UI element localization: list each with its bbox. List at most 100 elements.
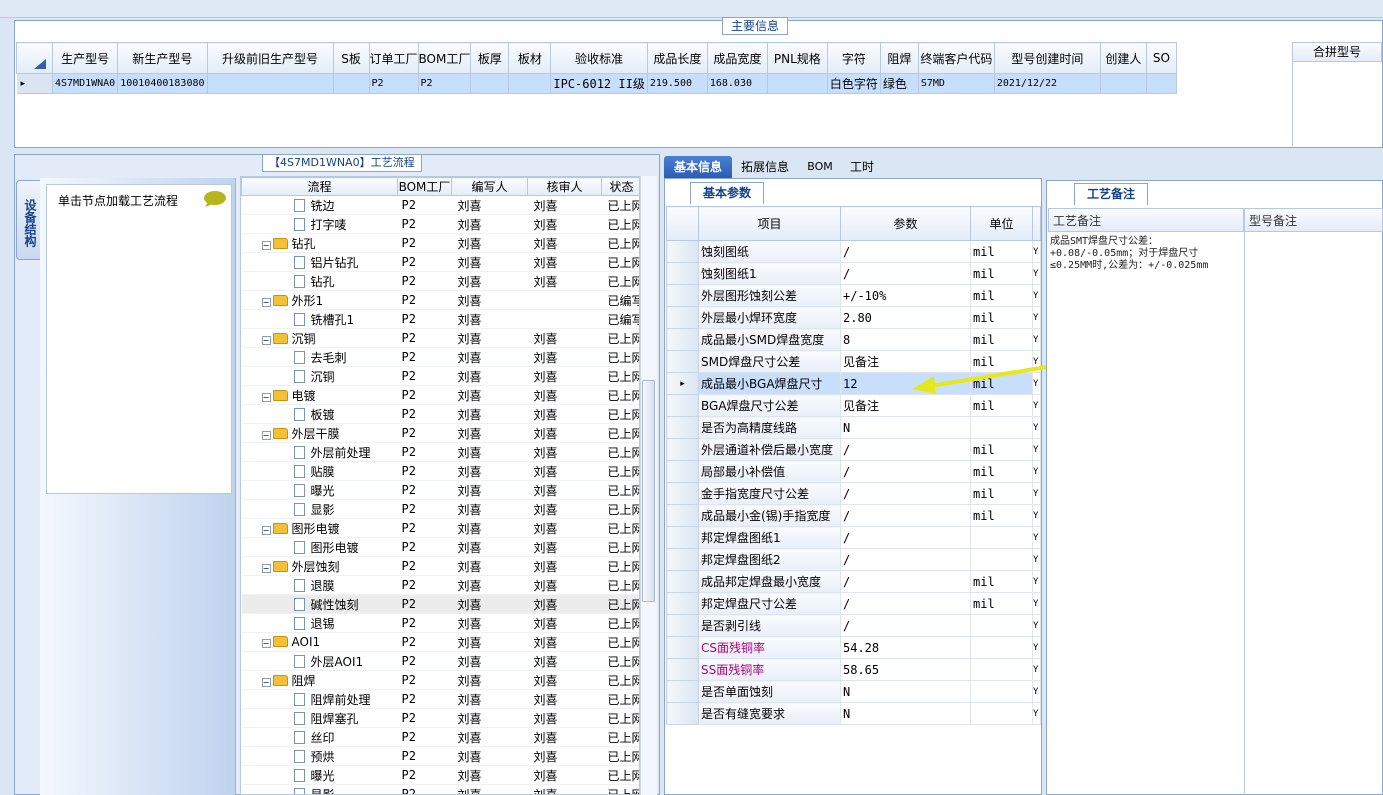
tree-row[interactable]: 曝光 P2 刘喜 刘喜 已上网 — [241, 765, 639, 785]
param-value-field[interactable]: 2.80 — [840, 306, 971, 329]
main-header-cell[interactable]: 板材 — [508, 42, 552, 74]
tree-node-cell[interactable]: 铝片钻孔 — [241, 252, 398, 272]
collapse-toggle-icon[interactable]: − — [261, 297, 271, 307]
param-value-field[interactable]: / — [840, 526, 971, 549]
main-data-cell[interactable]: 10010400183080 — [117, 73, 208, 94]
main-data-cell[interactable]: S7MD — [918, 73, 995, 94]
tree-node-cell[interactable]: 打字唛 — [241, 214, 398, 234]
tree-node-cell[interactable]: − 外形1 — [241, 290, 398, 310]
tree-row[interactable]: 丝印 P2 刘喜 刘喜 已上网 — [241, 727, 639, 747]
side-tab-equipment[interactable]: 设备结构 — [16, 180, 42, 260]
tree-row[interactable]: 退锡 P2 刘喜 刘喜 已上网 — [241, 613, 639, 633]
collapse-toggle-icon[interactable]: − — [261, 639, 271, 648]
main-header-cell[interactable]: 阻焊 — [879, 42, 919, 74]
param-value-field[interactable]: 54.28 — [840, 636, 971, 659]
param-value-field[interactable]: N — [840, 680, 971, 703]
param-row[interactable]: 是否有缝宽要求 N Y — [666, 702, 1041, 725]
collapse-toggle-icon[interactable]: − — [261, 677, 271, 687]
param-row[interactable]: CS面残铜率 54.28 Y — [666, 636, 1041, 659]
tree-node-cell[interactable]: − 外层干膜 — [241, 423, 398, 443]
main-data-cell[interactable]: 绿色 — [880, 73, 919, 94]
main-data-cell[interactable] — [508, 73, 552, 94]
main-header-cell[interactable]: 新生产型号 — [117, 42, 208, 74]
tree-row[interactable]: 去毛刺 P2 刘喜 刘喜 已上网 — [241, 347, 639, 367]
main-data-cell[interactable] — [333, 73, 370, 94]
param-row[interactable]: 邦定焊盘图纸1/ Y — [666, 526, 1041, 549]
param-row[interactable]: 蚀刻图纸1/mil Y — [666, 262, 1041, 285]
tree-row[interactable]: − 图形电镀 P2 刘喜 刘喜 已上网 — [241, 518, 639, 538]
param-row[interactable]: 成品最小金(锡)手指宽度 / mil Y — [666, 504, 1041, 527]
tree-row[interactable]: − 阻焊 P2 刘喜 刘喜 已上网 — [241, 670, 639, 690]
param-row[interactable]: 蚀刻图纸 / mil Y — [666, 240, 1041, 263]
process-notes-text[interactable]: 成品SMT焊盘尺寸公差：+0.08/-0.05mm；对于焊盘尺寸≤0.25MM时… — [1050, 236, 1230, 272]
collapse-toggle-icon[interactable]: − — [261, 563, 271, 573]
hint-box[interactable] — [46, 184, 232, 494]
param-row[interactable]: 是否为高精度线路 N Y — [666, 416, 1041, 439]
tree-row[interactable]: − 外形1 P2 刘喜 已编写 — [241, 290, 639, 310]
tree-row[interactable]: 外层AOI1 P2 刘喜 刘喜 已上网 — [241, 651, 639, 671]
collapse-toggle-icon[interactable]: − — [261, 430, 271, 440]
tree-node-cell[interactable]: − 阻焊 — [241, 670, 398, 690]
tree-node-cell[interactable]: 铣边 — [241, 195, 398, 215]
param-row[interactable]: BGA焊盘尺寸公差 见备注 mil Y — [666, 394, 1041, 417]
main-header-cell[interactable]: 成品宽度 — [706, 42, 768, 74]
param-value-field[interactable]: / — [840, 262, 971, 285]
tree-node-cell[interactable]: 阻焊前处理 — [241, 689, 398, 709]
tree-node-cell[interactable]: − 图形电镀 — [241, 518, 398, 538]
main-header-cell[interactable]: PNL规格 — [766, 42, 828, 74]
param-value-field[interactable]: N — [840, 702, 971, 725]
tree-node-cell[interactable]: 显影 — [241, 784, 398, 794]
param-value-field[interactable]: / — [840, 240, 971, 263]
tree-header-cell[interactable]: 状态 — [601, 177, 639, 196]
tree-header-cell[interactable]: 编写人 — [451, 177, 528, 196]
main-data-cell[interactable]: 168.030 — [707, 73, 768, 94]
tree-row[interactable]: − 外层干膜 P2 刘喜 刘喜 已上网 — [241, 423, 639, 443]
tree-node-cell[interactable]: 曝光 — [241, 480, 398, 500]
tree-node-cell[interactable]: 钻孔 — [241, 271, 398, 291]
tree-node-cell[interactable]: 板镀 — [241, 404, 398, 424]
main-header-cell[interactable]: 生产型号 — [51, 42, 119, 74]
tree-node-cell[interactable]: − 钻孔 — [241, 233, 398, 253]
tree-node-cell[interactable]: 去毛刺 — [241, 347, 398, 367]
param-row[interactable]: 外层最小焊环宽度 2.80 mil Y — [666, 306, 1041, 329]
main-header-cell[interactable]: 字符 — [826, 42, 881, 74]
main-header-cell[interactable]: 订单工厂 — [368, 42, 419, 74]
param-row[interactable]: 邦定焊盘图纸2/ Y — [666, 548, 1041, 571]
tree-row[interactable]: 阻焊前处理 P2 刘喜 刘喜 已上网 — [241, 689, 639, 709]
param-row[interactable]: 局部最小补偿值 / mil Y — [666, 460, 1041, 483]
tab-basic-info[interactable]: 基本信息 — [664, 156, 732, 178]
main-data-cell[interactable]: P2 — [369, 73, 419, 94]
tree-node-cell[interactable]: 外层AOI1 — [241, 651, 398, 671]
tree-row[interactable]: − 钻孔 P2 刘喜 刘喜 已上网 — [241, 233, 639, 253]
tree-row[interactable]: 显影 P2 刘喜 刘喜 已上网 — [241, 784, 639, 794]
collapse-toggle-icon[interactable]: − — [261, 240, 271, 250]
tree-node-cell[interactable]: 沉铜 — [241, 366, 398, 386]
tab-process-notes[interactable]: 工艺备注 — [1074, 183, 1148, 205]
tree-node-cell[interactable]: 显影 — [241, 499, 398, 519]
tree-row[interactable]: − 外层蚀刻 P2 刘喜 刘喜 已上网 — [241, 556, 639, 576]
tree-header-cell[interactable]: 核审人 — [527, 177, 602, 196]
tree-node-cell[interactable]: 铣槽孔1 — [241, 309, 398, 329]
main-data-cell[interactable]: 2021/12/22 — [994, 73, 1101, 94]
tree-row[interactable]: 贴膜 P2 刘喜 刘喜 已上网 — [241, 461, 639, 481]
tree-node-cell[interactable]: 阻焊塞孔 — [241, 708, 398, 728]
tab-basic-params[interactable]: 基本参数 — [690, 182, 764, 204]
param-value-field[interactable]: / — [840, 614, 971, 637]
param-value-field[interactable]: +/-10% — [840, 284, 971, 307]
tree-row[interactable]: 沉铜 P2 刘喜 刘喜 已上网 — [241, 366, 639, 386]
tree-row[interactable]: 阻焊塞孔 P2 刘喜 刘喜 已上网 — [241, 708, 639, 728]
collapse-toggle-icon[interactable]: − — [261, 335, 271, 345]
param-value-field[interactable]: N — [840, 416, 971, 439]
main-header-cell[interactable]: BOM工厂 — [417, 42, 472, 74]
param-value-field[interactable]: / — [840, 460, 971, 483]
param-value-field[interactable]: / — [840, 592, 971, 615]
tree-node-cell[interactable]: − AOI1 — [241, 632, 398, 652]
collapse-toggle-icon[interactable]: − — [261, 525, 271, 535]
param-value-field[interactable]: / — [840, 570, 971, 593]
main-header-cell[interactable]: 型号创建时间 — [993, 42, 1101, 74]
main-data-cell[interactable]: 白色字符 — [827, 73, 881, 94]
tab-work-hours[interactable]: 工时 — [842, 156, 882, 178]
tree-row[interactable]: 曝光 P2 刘喜 刘喜 已上网 — [241, 480, 639, 500]
param-row[interactable]: 是否剥引线 / Y — [666, 614, 1041, 637]
param-row[interactable]: 成品最小SMD焊盘宽度 8 mil Y — [666, 328, 1041, 351]
